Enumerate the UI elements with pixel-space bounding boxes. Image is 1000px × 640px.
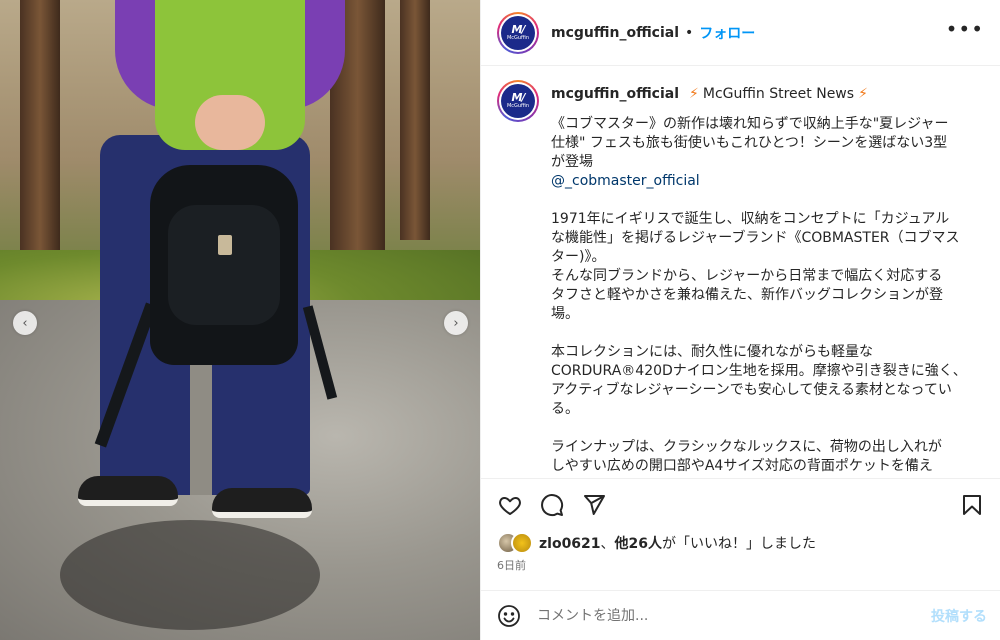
carousel-next-button[interactable]: › bbox=[444, 311, 468, 335]
chevron-left-icon: ‹ bbox=[22, 315, 28, 331]
comment-bar: 投稿する bbox=[481, 590, 1000, 640]
comment-input[interactable] bbox=[537, 607, 877, 624]
backpack-pocket bbox=[168, 205, 280, 325]
caption-paragraph: ラインナップは、クラシックなルックスに、荷物の出し入れが しやすい広めの開口部や… bbox=[551, 439, 942, 474]
backpack bbox=[150, 165, 298, 365]
caption-paragraph: 1971年にイギリスで誕生し、収納をコンセプトに「カジュアル な機能性」を掲げる… bbox=[551, 211, 960, 322]
left-shoe bbox=[78, 476, 178, 506]
person-shadow bbox=[60, 520, 320, 630]
lightning-icon: ⚡ bbox=[689, 85, 699, 102]
save-button[interactable] bbox=[957, 490, 987, 520]
mcguffin-logo: M/ McGuffin bbox=[501, 84, 535, 118]
liker-username[interactable]: zlo0621 bbox=[539, 536, 601, 552]
avatar-ring: M/ McGuffin bbox=[499, 82, 537, 120]
caption-body: mcguffin_official ⚡ McGuffin Street News… bbox=[551, 80, 971, 478]
send-icon bbox=[584, 494, 605, 515]
bookmark-icon bbox=[963, 494, 981, 515]
backpack-tag bbox=[218, 235, 232, 255]
comment-icon bbox=[541, 493, 564, 516]
logo-text: McGuffin bbox=[506, 103, 530, 109]
likes-suffix: が「いいね！」しました bbox=[662, 536, 817, 552]
lightning-icon: ⚡ bbox=[858, 85, 868, 102]
logo-mark: M/ bbox=[511, 22, 526, 36]
post-photo[interactable]: ‹ › bbox=[0, 0, 480, 640]
right-shoe bbox=[212, 488, 312, 518]
caption-intro: 《コブマスター》の新作は壊れ知らずで収納上手な"夏レジャー 仕様" フェスも旅も… bbox=[551, 116, 949, 170]
emoji-button[interactable] bbox=[495, 602, 523, 630]
avatar[interactable]: M/ McGuffin bbox=[497, 11, 539, 54]
caption-area[interactable]: M/ McGuffin mcguffin_official ⚡ McGuffin… bbox=[481, 66, 1000, 478]
carousel-prev-button[interactable]: ‹ bbox=[13, 311, 37, 335]
tree-trunk bbox=[400, 0, 430, 240]
emoji-icon bbox=[498, 604, 520, 627]
caption-headline: McGuffin Street News bbox=[702, 85, 855, 102]
tree-trunk bbox=[20, 0, 60, 270]
mention-link[interactable]: @_cobmaster_official bbox=[551, 172, 971, 191]
comment-button[interactable] bbox=[537, 490, 567, 520]
header-username[interactable]: mcguffin_official bbox=[551, 25, 679, 41]
caption-username[interactable]: mcguffin_official bbox=[551, 85, 679, 104]
action-bar bbox=[481, 478, 1000, 530]
likes-text: zlo0621、他26人が「いいね！」しました bbox=[539, 533, 816, 553]
caption-paragraph: 本コレクションには、耐久性に優れながらも軽量な CORDURA®420Dナイロン… bbox=[551, 344, 967, 417]
logo-mark: M/ bbox=[511, 91, 526, 104]
post-panel: M/ McGuffin mcguffin_official • フォロー •••… bbox=[480, 0, 1000, 640]
chevron-right-icon: › bbox=[453, 315, 459, 331]
likes-row: zlo0621、他26人が「いいね！」しました bbox=[497, 532, 816, 554]
avatar-ring: M/ McGuffin bbox=[499, 13, 537, 52]
likes-others[interactable]: 他26人 bbox=[615, 536, 662, 552]
likes-separator: 、 bbox=[600, 536, 615, 552]
follow-button[interactable]: フォロー bbox=[699, 23, 755, 43]
heart-icon bbox=[499, 496, 521, 515]
like-button[interactable] bbox=[495, 490, 525, 520]
share-button[interactable] bbox=[579, 490, 609, 520]
logo-text: McGuffin bbox=[506, 34, 530, 41]
post-comment-button[interactable]: 投稿する bbox=[931, 606, 987, 626]
liker-avatar[interactable] bbox=[511, 532, 533, 554]
hands bbox=[195, 95, 265, 150]
caption-avatar[interactable]: M/ McGuffin bbox=[497, 80, 539, 122]
post-time[interactable]: 6日前 bbox=[497, 557, 526, 573]
mcguffin-logo: M/ McGuffin bbox=[501, 15, 535, 50]
caption-top-line: mcguffin_official ⚡ McGuffin Street News… bbox=[551, 84, 971, 104]
post-header: M/ McGuffin mcguffin_official • フォロー ••• bbox=[481, 0, 1000, 66]
header-separator: • bbox=[685, 24, 694, 41]
more-options-icon[interactable]: ••• bbox=[946, 19, 984, 42]
